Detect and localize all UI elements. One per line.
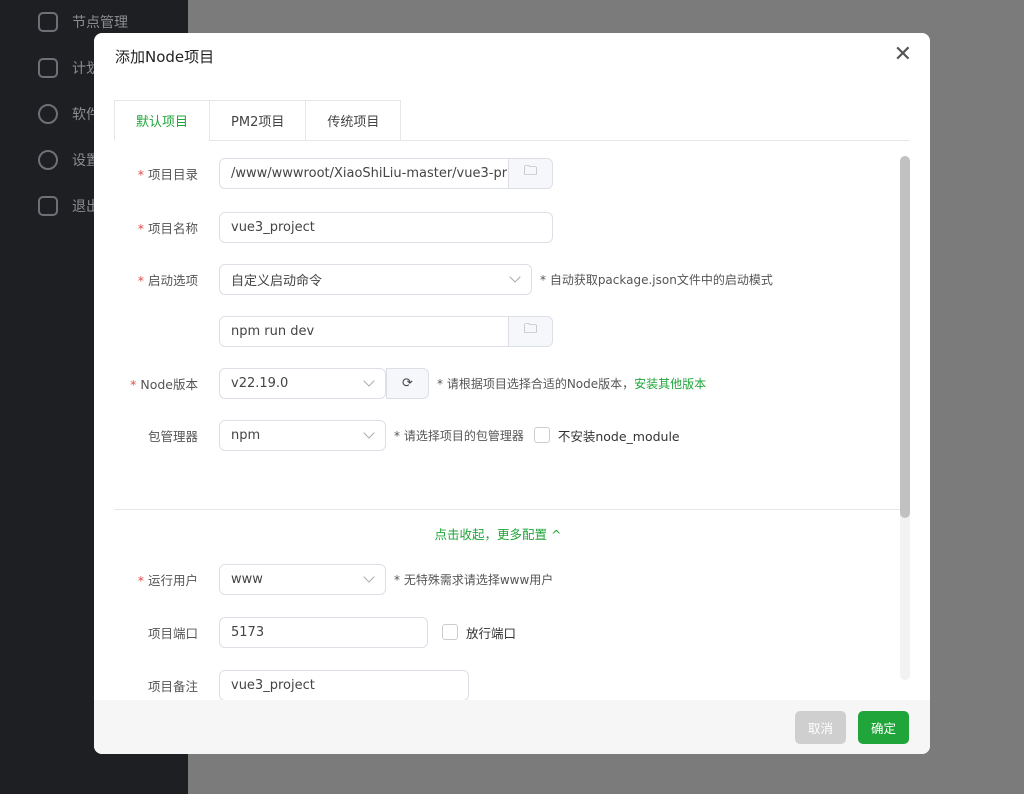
start-hint: * 自动获取package.json文件中的启动模式: [540, 272, 773, 287]
start-option-select[interactable]: 自定义启动命令: [219, 263, 532, 295]
calendar-icon: [38, 58, 58, 78]
sidebar-item-settings[interactable]: 设置: [38, 148, 100, 172]
project-name-input[interactable]: vue3_project: [219, 211, 553, 243]
port-input[interactable]: 5173: [219, 616, 428, 648]
dialog-title: 添加Node项目: [115, 47, 215, 66]
tab-default[interactable]: 默认项目: [114, 100, 210, 141]
sidebar-item-label: 节点管理: [72, 15, 128, 31]
chevron-down-icon: [363, 374, 375, 387]
close-icon[interactable]: ✕: [894, 44, 912, 66]
sidebar-item-schedule[interactable]: 计划: [38, 56, 100, 80]
remark-input[interactable]: vue3_project: [219, 669, 469, 701]
no-install-modules-checkbox[interactable]: [533, 427, 550, 443]
name-label: 项目名称: [147, 220, 198, 236]
cube-icon: [38, 12, 58, 32]
exit-icon: [38, 196, 58, 216]
apps-icon: [38, 104, 58, 124]
scrollbar[interactable]: [900, 156, 910, 680]
more-config-toggle[interactable]: 点击收起，更多配置 ^: [94, 524, 902, 543]
user-label: 运行用户: [147, 572, 198, 588]
run-user-select[interactable]: www: [219, 563, 386, 595]
node-version-select[interactable]: v22.19.0: [219, 367, 386, 399]
pkg-hint: * 请选择项目的包管理器: [394, 428, 524, 443]
node-label: Node版本: [140, 376, 198, 392]
cancel-button[interactable]: 取消: [794, 710, 846, 744]
refresh-icon[interactable]: ⟳: [386, 367, 429, 399]
folder-icon[interactable]: 🗀: [508, 158, 552, 188]
start-label: 启动选项: [147, 272, 198, 288]
settings-icon: [38, 150, 58, 170]
open-port-label: 放行端口: [466, 625, 517, 641]
chevron-down-icon: [363, 570, 375, 583]
port-label: 项目端口: [147, 625, 198, 641]
open-port-checkbox[interactable]: [442, 624, 458, 640]
chevron-down-icon: [509, 270, 521, 283]
sidebar-item-software[interactable]: 软件: [38, 102, 100, 126]
add-node-project-dialog: 添加Node项目 ✕ 默认项目 PM2项目 传统项目 * 项目目录 /www/ww…: [94, 33, 930, 754]
tab-traditional[interactable]: 传统项目: [305, 100, 402, 141]
divider: [114, 509, 900, 510]
package-manager-select[interactable]: npm: [219, 419, 386, 451]
node-hint: * 请根据项目选择合适的Node版本，: [437, 376, 635, 391]
tab-pm2[interactable]: PM2项目: [209, 100, 306, 141]
no-install-modules-label: 不安装node_module: [557, 428, 680, 444]
folder-icon[interactable]: 🗀: [508, 316, 552, 346]
install-other-versions-link[interactable]: 安装其他版本: [634, 377, 706, 391]
start-command-input[interactable]: npm run dev 🗀: [219, 315, 553, 347]
remark-label: 项目备注: [147, 678, 198, 694]
sidebar-item-nodes[interactable]: 节点管理: [38, 10, 128, 34]
project-dir-input[interactable]: /www/wwwroot/XiaoShiLiu-master/vue3-pro 🗀: [219, 157, 553, 189]
pkg-label: 包管理器: [147, 428, 198, 444]
tab-bar: 默认项目 PM2项目 传统项目: [114, 100, 910, 141]
sidebar-item-exit[interactable]: 退出: [38, 194, 100, 218]
chevron-down-icon: [363, 426, 375, 439]
user-hint: * 无特殊需求请选择www用户: [394, 572, 554, 587]
dir-label: 项目目录: [147, 166, 198, 182]
scrollbar-thumb[interactable]: [900, 156, 910, 518]
confirm-button[interactable]: 确定: [857, 710, 909, 744]
